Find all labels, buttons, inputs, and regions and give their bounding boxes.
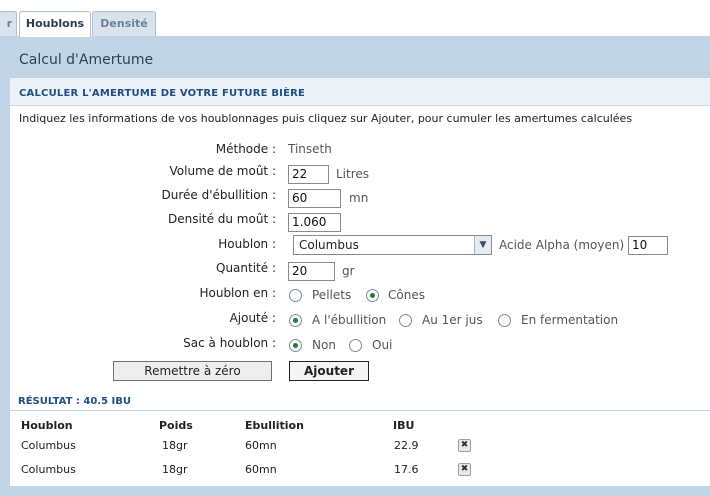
densite-label: Densité du moût : xyxy=(168,212,276,226)
calc-panel: Calcul d'Amertume CALCULER L'AMERTUME DE… xyxy=(0,36,710,496)
col-poids: Poids xyxy=(159,419,193,432)
row-2-houblon: Columbus xyxy=(21,463,76,476)
quantite-unit: gr xyxy=(342,264,355,278)
methode-value: Tinseth xyxy=(288,142,332,156)
sac-non-radio[interactable] xyxy=(289,339,302,352)
intro-text: Indiquez les informations de vos houblon… xyxy=(19,112,633,125)
row-1-ebullition: 60mn xyxy=(245,439,277,452)
ajoute-ebullition-radio[interactable] xyxy=(289,314,302,327)
delete-x-icon[interactable]: ✖ xyxy=(458,463,471,476)
ajoute-1er-jus-radio[interactable] xyxy=(399,314,412,327)
row-2-poids: 18gr xyxy=(162,463,188,476)
ajoute-fermentation-radio[interactable] xyxy=(498,314,511,327)
col-ebullition: Ebullition xyxy=(245,419,304,432)
volume-label: Volume de moût : xyxy=(169,164,276,178)
ajoute-label: Ajouté : xyxy=(229,311,276,325)
densite-input[interactable]: 1.060 xyxy=(288,213,341,232)
tab-bar: r Houblons Densité xyxy=(0,0,710,37)
sac-label: Sac à houblon : xyxy=(183,336,276,350)
panel-title: Calcul d'Amertume xyxy=(19,52,154,68)
add-button[interactable]: Ajouter xyxy=(289,361,369,381)
quantite-input[interactable]: 20 xyxy=(288,262,335,281)
forme-cones-radio[interactable] xyxy=(366,289,379,302)
calc-content: CALCULER L'AMERTUME DE VOTRE FUTURE BIÈR… xyxy=(10,78,710,486)
tab-houblons[interactable]: Houblons xyxy=(19,11,91,37)
sac-oui-radio[interactable] xyxy=(349,339,362,352)
section-header: CALCULER L'AMERTUME DE VOTRE FUTURE BIÈR… xyxy=(10,78,710,106)
ajoute-1er-jus-label[interactable]: Au 1er jus xyxy=(422,313,483,327)
row-1-poids: 18gr xyxy=(162,439,188,452)
row-1-ibu: 22.9 xyxy=(394,439,419,452)
sac-oui-label[interactable]: Oui xyxy=(372,338,392,352)
acide-label: Acide Alpha (moyen) xyxy=(499,238,625,252)
col-houblon: Houblon xyxy=(21,419,73,432)
section-title: CALCULER L'AMERTUME DE VOTRE FUTURE BIÈR… xyxy=(19,88,306,99)
forme-pellets-radio[interactable] xyxy=(289,289,302,302)
forme-pellets-label[interactable]: Pellets xyxy=(312,288,351,302)
quantite-label: Quantité : xyxy=(216,261,276,275)
row-1-houblon: Columbus xyxy=(21,439,76,452)
ajoute-fermentation-label[interactable]: En fermentation xyxy=(521,313,618,327)
delete-x-icon[interactable]: ✖ xyxy=(458,439,471,452)
houblon-select[interactable]: Columbus ▼ xyxy=(293,235,492,255)
duree-input[interactable]: 60 xyxy=(288,189,341,208)
volume-input[interactable]: 22 xyxy=(288,165,329,184)
row-2-ibu: 17.6 xyxy=(394,463,419,476)
ajoute-ebullition-label[interactable]: A l'ébullition xyxy=(312,313,386,327)
row-2-ebullition: 60mn xyxy=(245,463,277,476)
methode-label: Méthode : xyxy=(215,142,276,156)
tab-densite[interactable]: Densité xyxy=(92,11,156,36)
result-title: RÉSULTAT : 40.5 IBU xyxy=(18,396,131,407)
reset-button[interactable]: Remettre à zéro xyxy=(113,361,272,381)
forme-label: Houblon en : xyxy=(199,286,276,300)
duree-label: Durée d'ébullition : xyxy=(161,188,276,202)
volume-unit: Litres xyxy=(336,167,370,181)
tab-previous[interactable]: r xyxy=(0,11,17,36)
duree-unit: mn xyxy=(349,191,369,205)
houblon-select-value: Columbus xyxy=(299,238,359,252)
houblon-label: Houblon : xyxy=(218,237,276,251)
result-header: RÉSULTAT : 40.5 IBU xyxy=(10,389,710,411)
col-ibu: IBU xyxy=(393,419,415,432)
acide-input[interactable]: 10 xyxy=(628,236,668,255)
sac-non-label[interactable]: Non xyxy=(312,338,336,352)
chevron-down-icon[interactable]: ▼ xyxy=(474,236,491,254)
forme-cones-label[interactable]: Cônes xyxy=(388,288,425,302)
